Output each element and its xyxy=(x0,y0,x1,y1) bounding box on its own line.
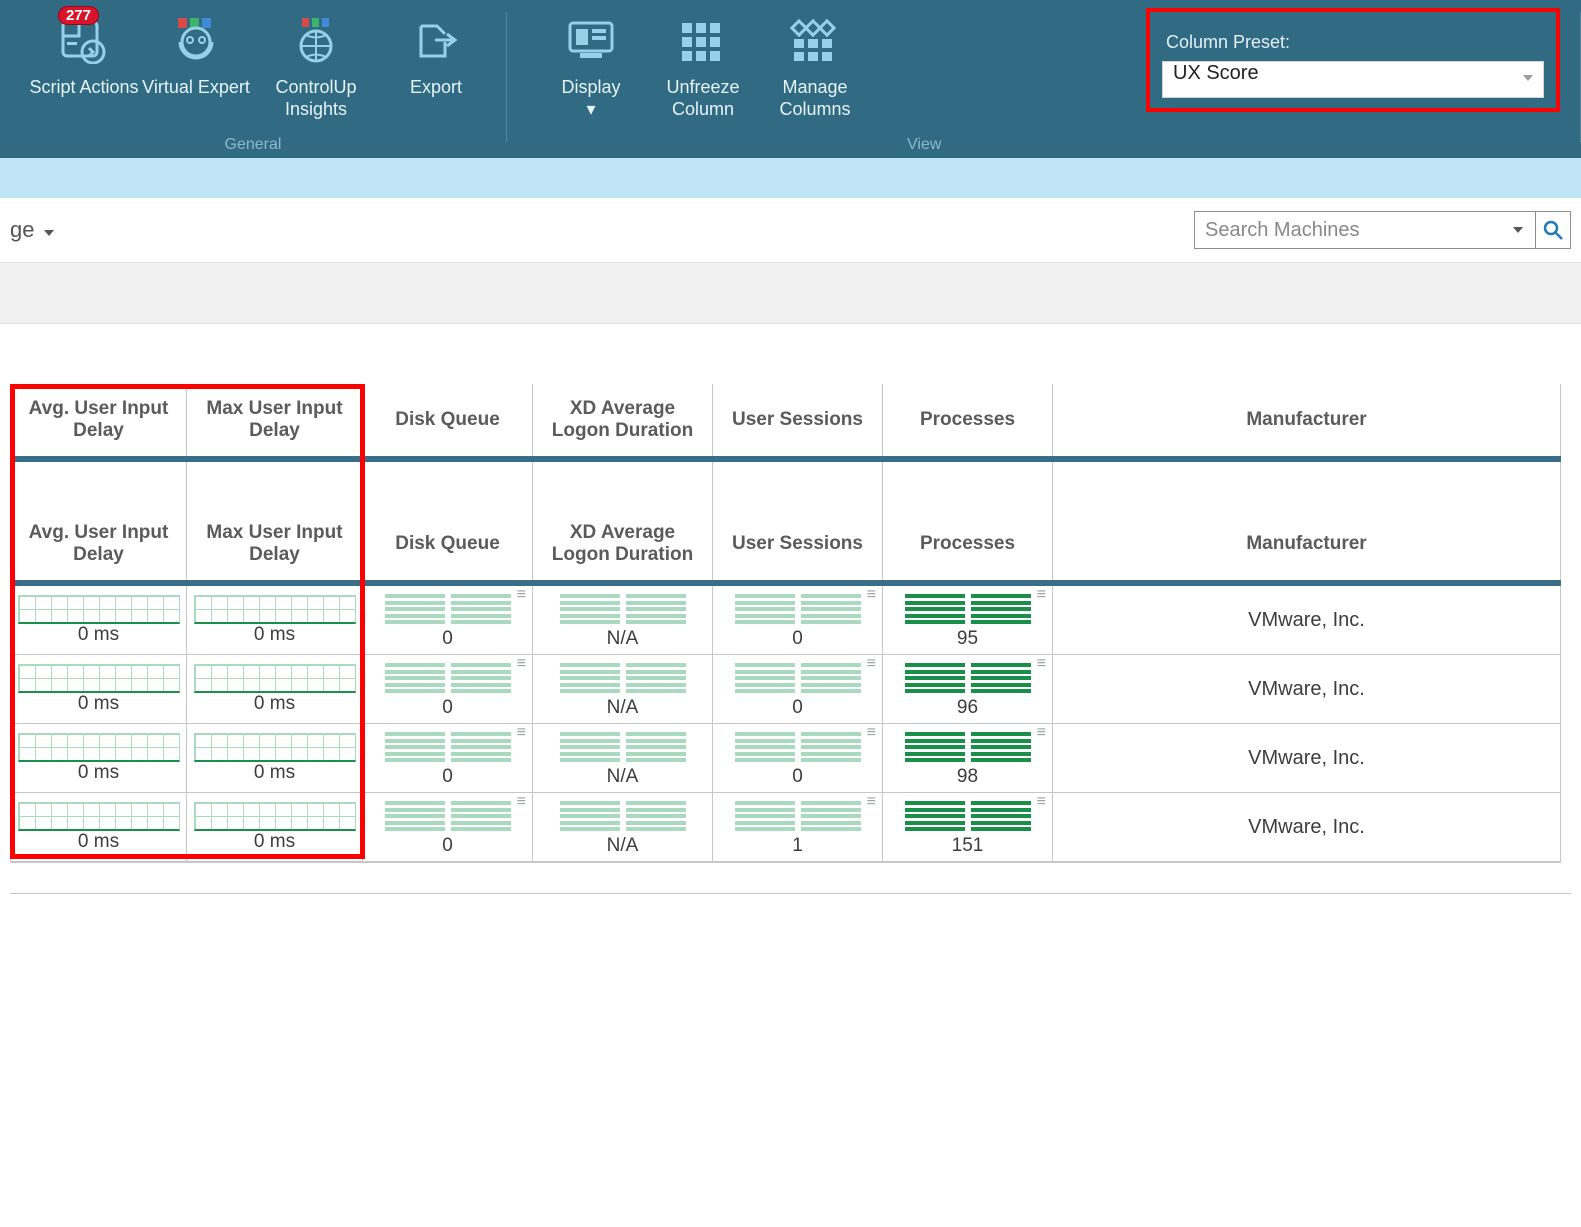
column-preset-value: UX Score xyxy=(1173,62,1259,84)
table-row[interactable]: 0 ms0 ms≡0N/A≡0≡96VMware, Inc. xyxy=(11,655,1561,724)
cell-max-input: 0 ms xyxy=(187,724,363,793)
col-processes[interactable]: Processes xyxy=(883,508,1053,583)
col-manufacturer[interactable]: Manufacturer xyxy=(1053,384,1561,459)
grid-container: Avg. User Input Delay Max User Input Del… xyxy=(0,384,1581,863)
unfreeze-column-button[interactable]: Unfreeze Column xyxy=(647,6,759,120)
col-user-sessions[interactable]: User Sessions xyxy=(713,508,883,583)
script-actions-icon: 277 xyxy=(59,12,109,70)
ribbon-toolbar: 277 Script Actions xyxy=(0,0,1581,158)
button-label: Virtual Expert xyxy=(142,76,250,98)
col-xd-logon[interactable]: XD Average Logon Duration xyxy=(533,384,713,459)
col-avg-input[interactable]: Avg. User Input Delay xyxy=(11,508,187,583)
cell-avg-input: 0 ms xyxy=(11,583,187,655)
cell-max-input: 0 ms xyxy=(187,583,363,655)
header-row-1: Avg. User Input Delay Max User Input Del… xyxy=(11,384,1561,459)
virtual-expert-icon xyxy=(172,12,220,70)
chevron-down-icon xyxy=(1513,227,1523,233)
button-label: Script Actions xyxy=(29,76,138,98)
search-button[interactable] xyxy=(1536,211,1571,249)
script-actions-badge: 277 xyxy=(58,6,99,25)
button-label: Export xyxy=(410,76,462,98)
filter-dropdown[interactable]: ge xyxy=(10,217,54,243)
table-row[interactable]: 0 ms0 ms≡0N/A≡0≡98VMware, Inc. xyxy=(11,724,1561,793)
table-footer-line xyxy=(10,893,1571,894)
metrics-grid: Avg. User Input Delay Max User Input Del… xyxy=(10,384,1561,863)
button-label: ControlUp Insights xyxy=(252,76,380,120)
cell-user-sessions: ≡1 xyxy=(713,793,883,863)
cell-processes: ≡95 xyxy=(883,583,1053,655)
search-machines: Search Machines xyxy=(1194,211,1571,249)
export-icon xyxy=(413,12,459,70)
cell-manufacturer: VMware, Inc. xyxy=(1053,583,1561,655)
cell-avg-input: 0 ms xyxy=(11,724,187,793)
table-row[interactable]: 0 ms0 ms≡0N/A≡0≡95VMware, Inc. xyxy=(11,583,1561,655)
ribbon-group-general: 277 Script Actions xyxy=(0,0,506,158)
search-input[interactable]: Search Machines xyxy=(1194,211,1536,249)
column-preset-highlight: Column Preset: UX Score xyxy=(1146,8,1560,112)
col-disk-queue[interactable]: Disk Queue xyxy=(363,508,533,583)
manage-columns-icon xyxy=(790,12,840,70)
cell-manufacturer: VMware, Inc. xyxy=(1053,724,1561,793)
col-avg-input[interactable]: Avg. User Input Delay xyxy=(11,384,187,459)
column-preset-select[interactable]: UX Score xyxy=(1162,61,1544,98)
cell-xd-logon: N/A xyxy=(533,655,713,724)
button-label: Manage Columns xyxy=(759,76,871,120)
sub-ribbon-bar xyxy=(0,158,1581,198)
chevron-down-icon xyxy=(44,230,54,236)
cell-max-input: 0 ms xyxy=(187,793,363,863)
chevron-down-icon: ▾ xyxy=(586,99,595,119)
cell-user-sessions: ≡0 xyxy=(713,655,883,724)
cell-disk-queue: ≡0 xyxy=(363,655,533,724)
button-label: Unfreeze Column xyxy=(647,76,759,120)
globe-icon xyxy=(292,12,340,70)
col-manufacturer[interactable]: Manufacturer xyxy=(1053,508,1561,583)
cell-xd-logon: N/A xyxy=(533,583,713,655)
ribbon-group-display: Display▾ Unfreeze Column xyxy=(507,0,885,158)
group-label-view: View xyxy=(907,136,1580,154)
cell-avg-input: 0 ms xyxy=(11,655,187,724)
summary-band xyxy=(0,262,1581,324)
search-placeholder: Search Machines xyxy=(1205,219,1360,242)
export-button[interactable]: Export xyxy=(380,6,492,98)
script-actions-button[interactable]: 277 Script Actions xyxy=(28,6,140,98)
col-user-sessions[interactable]: User Sessions xyxy=(713,384,883,459)
cell-processes: ≡96 xyxy=(883,655,1053,724)
cell-manufacturer: VMware, Inc. xyxy=(1053,655,1561,724)
col-disk-queue[interactable]: Disk Queue xyxy=(363,384,533,459)
cell-disk-queue: ≡0 xyxy=(363,583,533,655)
col-max-input[interactable]: Max User Input Delay xyxy=(187,384,363,459)
filter-bar: ge Search Machines xyxy=(0,198,1581,262)
display-button[interactable]: Display▾ xyxy=(535,6,647,120)
col-max-input[interactable]: Max User Input Delay xyxy=(187,508,363,583)
cell-xd-logon: N/A xyxy=(533,724,713,793)
cell-avg-input: 0 ms xyxy=(11,793,187,863)
virtual-expert-button[interactable]: Virtual Expert xyxy=(140,6,252,98)
button-label: Display▾ xyxy=(561,76,620,120)
cell-disk-queue: ≡0 xyxy=(363,793,533,863)
cell-user-sessions: ≡0 xyxy=(713,724,883,793)
display-icon xyxy=(566,12,616,70)
manage-columns-button[interactable]: Manage Columns xyxy=(759,6,871,120)
group-label-general: General xyxy=(0,136,506,154)
header-spacer xyxy=(11,459,1561,508)
filter-text: ge xyxy=(10,217,34,243)
header-row-2: Avg. User Input Delay Max User Input Del… xyxy=(11,508,1561,583)
cell-manufacturer: VMware, Inc. xyxy=(1053,793,1561,863)
chevron-down-icon xyxy=(1523,75,1533,81)
cell-max-input: 0 ms xyxy=(187,655,363,724)
cell-processes: ≡151 xyxy=(883,793,1053,863)
cell-processes: ≡98 xyxy=(883,724,1053,793)
column-preset-label: Column Preset: xyxy=(1166,32,1544,53)
cell-disk-queue: ≡0 xyxy=(363,724,533,793)
cell-xd-logon: N/A xyxy=(533,793,713,863)
col-xd-logon[interactable]: XD Average Logon Duration xyxy=(533,508,713,583)
col-processes[interactable]: Processes xyxy=(883,384,1053,459)
table-row[interactable]: 0 ms0 ms≡0N/A≡1≡151VMware, Inc. xyxy=(11,793,1561,863)
ribbon-group-view: Column Preset: UX Score View xyxy=(885,0,1580,158)
unfreeze-column-icon xyxy=(678,12,728,70)
search-icon xyxy=(1543,220,1563,240)
controlup-insights-button[interactable]: ControlUp Insights xyxy=(252,6,380,120)
cell-user-sessions: ≡0 xyxy=(713,583,883,655)
